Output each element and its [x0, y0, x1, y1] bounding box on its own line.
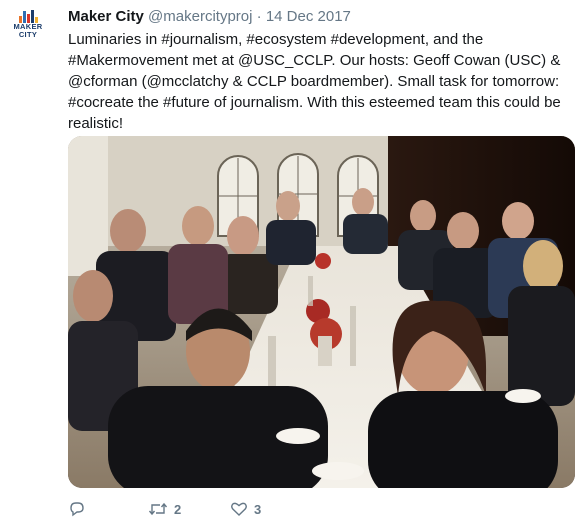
reply-icon: [68, 500, 86, 518]
like-count: 3: [254, 501, 262, 517]
reply-button[interactable]: [68, 500, 86, 518]
author-handle[interactable]: @makercityproj: [148, 8, 252, 25]
avatar[interactable]: MAKER CITY: [12, 10, 44, 46]
tweet-photo[interactable]: [68, 136, 575, 488]
tweet-text: Luminaries in #journalism, #ecosystem #d…: [68, 31, 561, 132]
dinner-photo-image: [68, 136, 575, 488]
like-button[interactable]: 3: [230, 500, 261, 518]
retweet-count: 2: [174, 501, 182, 517]
tweet-date[interactable]: 14 Dec 2017: [266, 8, 351, 25]
heart-icon: [230, 500, 248, 518]
separator: ·: [256, 8, 262, 25]
tweet[interactable]: MAKER CITY Maker City @makercityproj · 1…: [0, 0, 583, 525]
retweet-icon: [148, 500, 168, 518]
author-name[interactable]: Maker City: [68, 8, 144, 25]
avatar-logo-line2: CITY: [18, 29, 38, 39]
tweet-header: Maker City @makercityproj · 14 Dec 2017: [68, 8, 351, 26]
retweet-button[interactable]: 2: [148, 500, 181, 518]
